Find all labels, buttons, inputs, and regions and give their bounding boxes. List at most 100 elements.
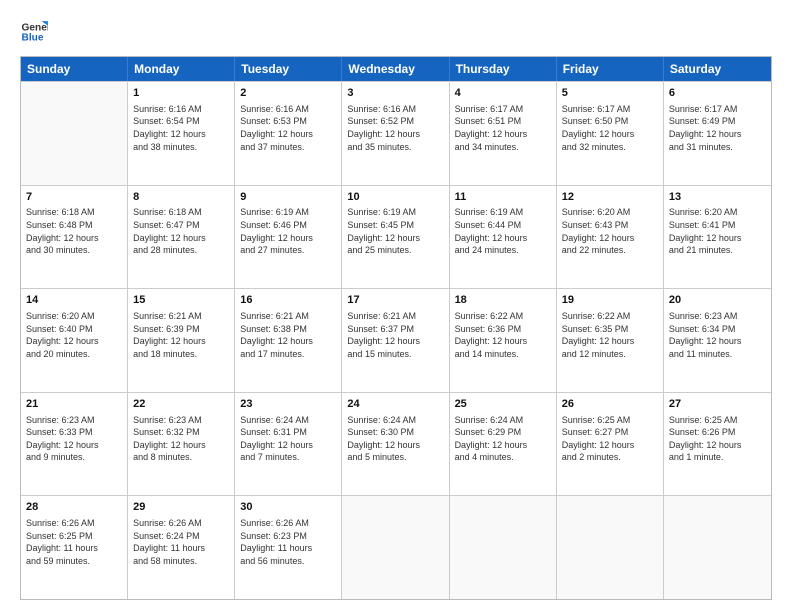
- day-info: Sunrise: 6:21 AM Sunset: 6:38 PM Dayligh…: [240, 310, 336, 360]
- day-number: 10: [347, 190, 443, 205]
- day-info: Sunrise: 6:23 AM Sunset: 6:33 PM Dayligh…: [26, 414, 122, 464]
- day-number: 24: [347, 397, 443, 412]
- day-number: 5: [562, 86, 658, 101]
- day-number: 27: [669, 397, 766, 412]
- calendar-day-empty: [664, 496, 771, 599]
- day-info: Sunrise: 6:19 AM Sunset: 6:44 PM Dayligh…: [455, 206, 551, 256]
- day-info: Sunrise: 6:21 AM Sunset: 6:39 PM Dayligh…: [133, 310, 229, 360]
- calendar: SundayMondayTuesdayWednesdayThursdayFrid…: [20, 56, 772, 600]
- calendar-day-22: 22Sunrise: 6:23 AM Sunset: 6:32 PM Dayli…: [128, 393, 235, 496]
- day-number: 2: [240, 86, 336, 101]
- calendar-day-9: 9Sunrise: 6:19 AM Sunset: 6:46 PM Daylig…: [235, 186, 342, 289]
- header-day-friday: Friday: [557, 57, 664, 81]
- day-info: Sunrise: 6:24 AM Sunset: 6:30 PM Dayligh…: [347, 414, 443, 464]
- day-number: 15: [133, 293, 229, 308]
- day-info: Sunrise: 6:17 AM Sunset: 6:51 PM Dayligh…: [455, 103, 551, 153]
- day-number: 11: [455, 190, 551, 205]
- day-number: 29: [133, 500, 229, 515]
- day-number: 14: [26, 293, 122, 308]
- day-number: 26: [562, 397, 658, 412]
- calendar-day-26: 26 Sunrise: 6:25 AM Sunset: 6:27 PM Dayli…: [557, 393, 664, 496]
- calendar-day-1: 1Sunrise: 6:16 AM Sunset: 6:54 PM Daylig…: [128, 82, 235, 185]
- header: General Blue: [20, 18, 772, 46]
- calendar-week-1: 1Sunrise: 6:16 AM Sunset: 6:54 PM Daylig…: [21, 81, 771, 185]
- day-info: Sunrise: 6:25 AM Sunset: 6:27 PM Dayligh…: [562, 414, 658, 464]
- calendar-day-2: 2 Sunrise: 6:16 AM Sunset: 6:53 PM Daylig…: [235, 82, 342, 185]
- header-day-monday: Monday: [128, 57, 235, 81]
- calendar-day-15: 15 Sunrise: 6:21 AM Sunset: 6:39 PM Dayli…: [128, 289, 235, 392]
- day-info: Sunrise: 6:19 AM Sunset: 6:46 PM Dayligh…: [240, 206, 336, 256]
- day-info: Sunrise: 6:18 AM Sunset: 6:48 PM Dayligh…: [26, 206, 122, 256]
- day-number: 23: [240, 397, 336, 412]
- calendar-day-7: 7Sunrise: 6:18 AM Sunset: 6:48 PM Daylig…: [21, 186, 128, 289]
- calendar-body: 1Sunrise: 6:16 AM Sunset: 6:54 PM Daylig…: [21, 81, 771, 599]
- header-day-sunday: Sunday: [21, 57, 128, 81]
- calendar-day-23: 23Sunrise: 6:24 AM Sunset: 6:31 PM Dayli…: [235, 393, 342, 496]
- day-info: Sunrise: 6:25 AM Sunset: 6:26 PM Dayligh…: [669, 414, 766, 464]
- day-number: 12: [562, 190, 658, 205]
- day-info: Sunrise: 6:22 AM Sunset: 6:35 PM Dayligh…: [562, 310, 658, 360]
- header-day-thursday: Thursday: [450, 57, 557, 81]
- day-number: 7: [26, 190, 122, 205]
- day-info: Sunrise: 6:17 AM Sunset: 6:49 PM Dayligh…: [669, 103, 766, 153]
- calendar-day-11: 11Sunrise: 6:19 AM Sunset: 6:44 PM Dayli…: [450, 186, 557, 289]
- calendar-day-5: 5 Sunrise: 6:17 AM Sunset: 6:50 PM Daylig…: [557, 82, 664, 185]
- logo-icon: General Blue: [20, 18, 48, 46]
- header-day-tuesday: Tuesday: [235, 57, 342, 81]
- day-info: Sunrise: 6:20 AM Sunset: 6:41 PM Dayligh…: [669, 206, 766, 256]
- calendar-day-30: 30Sunrise: 6:26 AM Sunset: 6:23 PM Dayli…: [235, 496, 342, 599]
- day-number: 17: [347, 293, 443, 308]
- day-number: 16: [240, 293, 336, 308]
- day-info: Sunrise: 6:16 AM Sunset: 6:54 PM Dayligh…: [133, 103, 229, 153]
- day-info: Sunrise: 6:20 AM Sunset: 6:40 PM Dayligh…: [26, 310, 122, 360]
- day-info: Sunrise: 6:26 AM Sunset: 6:25 PM Dayligh…: [26, 517, 122, 567]
- day-info: Sunrise: 6:26 AM Sunset: 6:24 PM Dayligh…: [133, 517, 229, 567]
- calendar-day-empty: [21, 82, 128, 185]
- day-info: Sunrise: 6:17 AM Sunset: 6:50 PM Dayligh…: [562, 103, 658, 153]
- day-info: Sunrise: 6:18 AM Sunset: 6:47 PM Dayligh…: [133, 206, 229, 256]
- day-number: 21: [26, 397, 122, 412]
- calendar-week-5: 28 Sunrise: 6:26 AM Sunset: 6:25 PM Dayli…: [21, 495, 771, 599]
- header-day-saturday: Saturday: [664, 57, 771, 81]
- day-number: 9: [240, 190, 336, 205]
- calendar-day-18: 18Sunrise: 6:22 AM Sunset: 6:36 PM Dayli…: [450, 289, 557, 392]
- calendar-day-29: 29 Sunrise: 6:26 AM Sunset: 6:24 PM Dayli…: [128, 496, 235, 599]
- day-info: Sunrise: 6:19 AM Sunset: 6:45 PM Dayligh…: [347, 206, 443, 256]
- day-number: 25: [455, 397, 551, 412]
- calendar-day-28: 28 Sunrise: 6:26 AM Sunset: 6:25 PM Dayli…: [21, 496, 128, 599]
- page: General Blue SundayMondayTuesdayWednesda…: [0, 0, 792, 612]
- calendar-day-empty: [450, 496, 557, 599]
- calendar-day-20: 20Sunrise: 6:23 AM Sunset: 6:34 PM Dayli…: [664, 289, 771, 392]
- day-info: Sunrise: 6:16 AM Sunset: 6:53 PM Dayligh…: [240, 103, 336, 153]
- calendar-day-12: 12Sunrise: 6:20 AM Sunset: 6:43 PM Dayli…: [557, 186, 664, 289]
- day-info: Sunrise: 6:24 AM Sunset: 6:29 PM Dayligh…: [455, 414, 551, 464]
- calendar-day-3: 3 Sunrise: 6:16 AM Sunset: 6:52 PM Daylig…: [342, 82, 449, 185]
- calendar-day-21: 21 Sunrise: 6:23 AM Sunset: 6:33 PM Dayli…: [21, 393, 128, 496]
- calendar-day-16: 16 Sunrise: 6:21 AM Sunset: 6:38 PM Dayli…: [235, 289, 342, 392]
- calendar-day-19: 19 Sunrise: 6:22 AM Sunset: 6:35 PM Dayli…: [557, 289, 664, 392]
- calendar-day-25: 25 Sunrise: 6:24 AM Sunset: 6:29 PM Dayli…: [450, 393, 557, 496]
- day-number: 28: [26, 500, 122, 515]
- day-number: 19: [562, 293, 658, 308]
- calendar-header-row: SundayMondayTuesdayWednesdayThursdayFrid…: [21, 57, 771, 81]
- day-info: Sunrise: 6:21 AM Sunset: 6:37 PM Dayligh…: [347, 310, 443, 360]
- calendar-day-27: 27 Sunrise: 6:25 AM Sunset: 6:26 PM Dayli…: [664, 393, 771, 496]
- calendar-day-8: 8Sunrise: 6:18 AM Sunset: 6:47 PM Daylig…: [128, 186, 235, 289]
- day-number: 20: [669, 293, 766, 308]
- day-info: Sunrise: 6:26 AM Sunset: 6:23 PM Dayligh…: [240, 517, 336, 567]
- header-day-wednesday: Wednesday: [342, 57, 449, 81]
- calendar-day-10: 10Sunrise: 6:19 AM Sunset: 6:45 PM Dayli…: [342, 186, 449, 289]
- calendar-day-24: 24 Sunrise: 6:24 AM Sunset: 6:30 PM Dayli…: [342, 393, 449, 496]
- day-number: 22: [133, 397, 229, 412]
- logo: General Blue: [20, 18, 48, 46]
- day-number: 8: [133, 190, 229, 205]
- day-info: Sunrise: 6:20 AM Sunset: 6:43 PM Dayligh…: [562, 206, 658, 256]
- calendar-day-14: 14 Sunrise: 6:20 AM Sunset: 6:40 PM Dayli…: [21, 289, 128, 392]
- day-info: Sunrise: 6:16 AM Sunset: 6:52 PM Dayligh…: [347, 103, 443, 153]
- svg-text:Blue: Blue: [22, 33, 44, 44]
- day-number: 18: [455, 293, 551, 308]
- day-number: 13: [669, 190, 766, 205]
- calendar-day-6: 6Sunrise: 6:17 AM Sunset: 6:49 PM Daylig…: [664, 82, 771, 185]
- calendar-day-empty: [342, 496, 449, 599]
- day-number: 3: [347, 86, 443, 101]
